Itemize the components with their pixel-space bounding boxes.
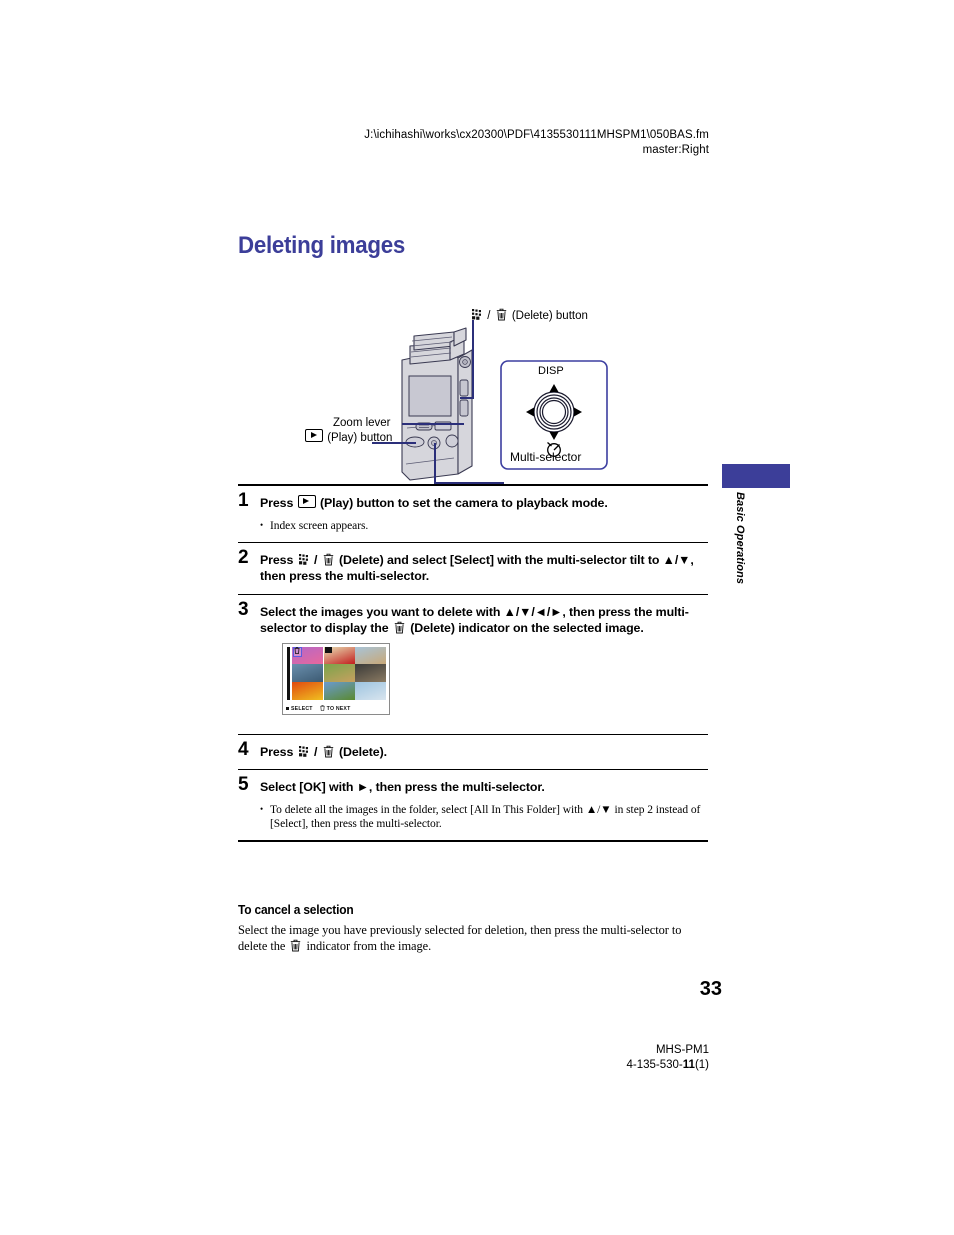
trash-icon	[394, 621, 405, 634]
step-1: 1 Press (Play) button to set the camera …	[238, 486, 708, 542]
delete-indicator-icon	[294, 646, 300, 656]
status-to-next-label: TO NEXT	[326, 705, 351, 712]
cancel-selection-heading: To cancel a selection	[238, 903, 354, 917]
part-number-suffix: (1)	[694, 1059, 709, 1071]
thumbnail-4[interactable]	[292, 664, 323, 682]
trash-icon	[320, 704, 325, 713]
thumbnail-2[interactable]	[323, 646, 355, 664]
slash-separator: /	[313, 552, 318, 567]
index-grid-icon	[472, 309, 483, 320]
step-5-note: To delete all the images in the folder, …	[260, 802, 708, 831]
index-grid-icon	[298, 553, 310, 565]
steps-list: 1 Press (Play) button to set the camera …	[238, 484, 708, 842]
cancel-selection-body: Select the image you have previously sel…	[238, 923, 708, 954]
document-header: J:\ichihashi\works\cx20300\PDF\413553011…	[0, 128, 709, 158]
side-tab-label: Basic Operations	[734, 492, 746, 585]
step-1-note: Index screen appears.	[260, 518, 708, 533]
multi-selector-leader-vertical	[434, 443, 436, 483]
step-4-text: Press / (Delete).	[260, 744, 708, 761]
rule-bottom	[238, 839, 708, 842]
step-1-text: Press (Play) button to set the camera to…	[260, 495, 708, 512]
slash-separator: /	[487, 310, 491, 322]
zoom-lever-callout: Zoom lever	[333, 417, 391, 429]
thumbnail-8[interactable]	[323, 682, 355, 700]
step-3-line2a: selector to display the	[260, 621, 389, 635]
play-icon	[305, 429, 323, 442]
side-tab-block	[722, 464, 790, 488]
status-to-next: TO NEXT	[320, 704, 351, 713]
part-number-prefix: 4-135-530-	[626, 1059, 683, 1071]
play-icon	[297, 495, 316, 508]
page-title: Deleting images	[238, 232, 405, 259]
step-3-line1: Select the images you want to delete wit…	[260, 604, 689, 619]
step-4-number: 4	[238, 738, 249, 760]
thumbnail-6[interactable]	[355, 664, 386, 682]
camera-figure: DISP / (Delete) button Zoom lever (Play)…	[238, 296, 708, 484]
index-status-bar: SELECT TO NEXT	[286, 700, 386, 716]
thumbnails-container	[292, 646, 386, 700]
cancel-selection-section: To cancel a selection Select the image y…	[238, 903, 708, 954]
step-1-text-after: (Play) button to set the camera to playb…	[319, 496, 608, 510]
index-grid-icon	[298, 745, 310, 757]
play-button-text: (Play) button	[327, 432, 393, 444]
step-5-text: Select [OK] with ►, then press the multi…	[260, 780, 545, 794]
thumbnail-marker-icon	[324, 646, 332, 653]
step-3-line2b: (Delete) indicator on the selected image…	[410, 621, 644, 635]
step-2-text: Press / (Delete) and select [Select] wit…	[260, 552, 708, 585]
delete-button-callout: / (Delete) button	[470, 308, 588, 323]
select-marker-icon	[286, 707, 289, 710]
camera-illustration	[401, 327, 473, 481]
step-4-text-after: (Delete).	[338, 744, 387, 759]
header-master-label: master:Right	[642, 144, 709, 156]
trash-icon	[496, 308, 507, 321]
trash-icon	[290, 939, 301, 952]
thumbnail-7[interactable]	[292, 682, 323, 700]
step-1-text-before: Press	[260, 496, 294, 510]
step-5: 5 Select [OK] with ►, then press the mul…	[238, 770, 708, 840]
document-footer: MHS-PM1 4-135-530-11(1)	[0, 1043, 710, 1073]
status-select: SELECT	[286, 706, 313, 712]
trash-icon	[323, 553, 334, 566]
status-select-label: SELECT	[291, 705, 313, 712]
disp-label: DISP	[538, 365, 564, 377]
cancel-body-part2: indicator from the image.	[306, 938, 432, 953]
page-number: 33	[699, 978, 722, 1000]
cancel-body-part1: Select the image you have previously sel…	[238, 923, 682, 953]
step-3-number: 3	[238, 598, 249, 620]
delete-leader-horizontal	[460, 397, 474, 399]
step-1-number: 1	[238, 490, 249, 511]
header-file-path: J:\ichihashi\works\cx20300\PDF\413553011…	[364, 129, 709, 141]
trash-icon	[323, 745, 334, 758]
delete-leader-vertical-2	[472, 336, 474, 398]
thumbnail-grid	[286, 646, 386, 700]
step-3-text: Select the images you want to delete wit…	[260, 604, 708, 637]
thumbnail-9[interactable]	[355, 682, 386, 700]
step-2-number: 2	[238, 546, 249, 568]
play-button-callout: (Play) button	[304, 429, 392, 445]
footer-model: MHS-PM1	[655, 1044, 709, 1056]
step-4: 4 Press / (Delete).	[238, 735, 708, 770]
zoom-lever-leader	[402, 423, 464, 425]
delete-button-text: (Delete) button	[511, 310, 588, 322]
multi-selector-callout: Multi-selector	[510, 450, 582, 464]
step-5-number: 5	[238, 774, 249, 795]
step-2-text-before: Press	[260, 552, 294, 567]
thumbnail-5[interactable]	[323, 664, 355, 682]
thumbnail-3[interactable]	[355, 646, 386, 664]
footer-part-number: 4-135-530-11(1)	[0, 1058, 710, 1073]
step-4-text-before: Press	[260, 744, 294, 759]
step-2: 2 Press / (Delete) and select [Select] w…	[238, 543, 708, 594]
thumbnail-1[interactable]	[292, 646, 323, 664]
slash-separator: /	[313, 744, 318, 759]
step-3: 3 Select the images you want to delete w…	[238, 595, 708, 734]
index-screen-mockup: SELECT TO NEXT	[282, 642, 390, 716]
part-number-bold: 11	[682, 1059, 695, 1071]
